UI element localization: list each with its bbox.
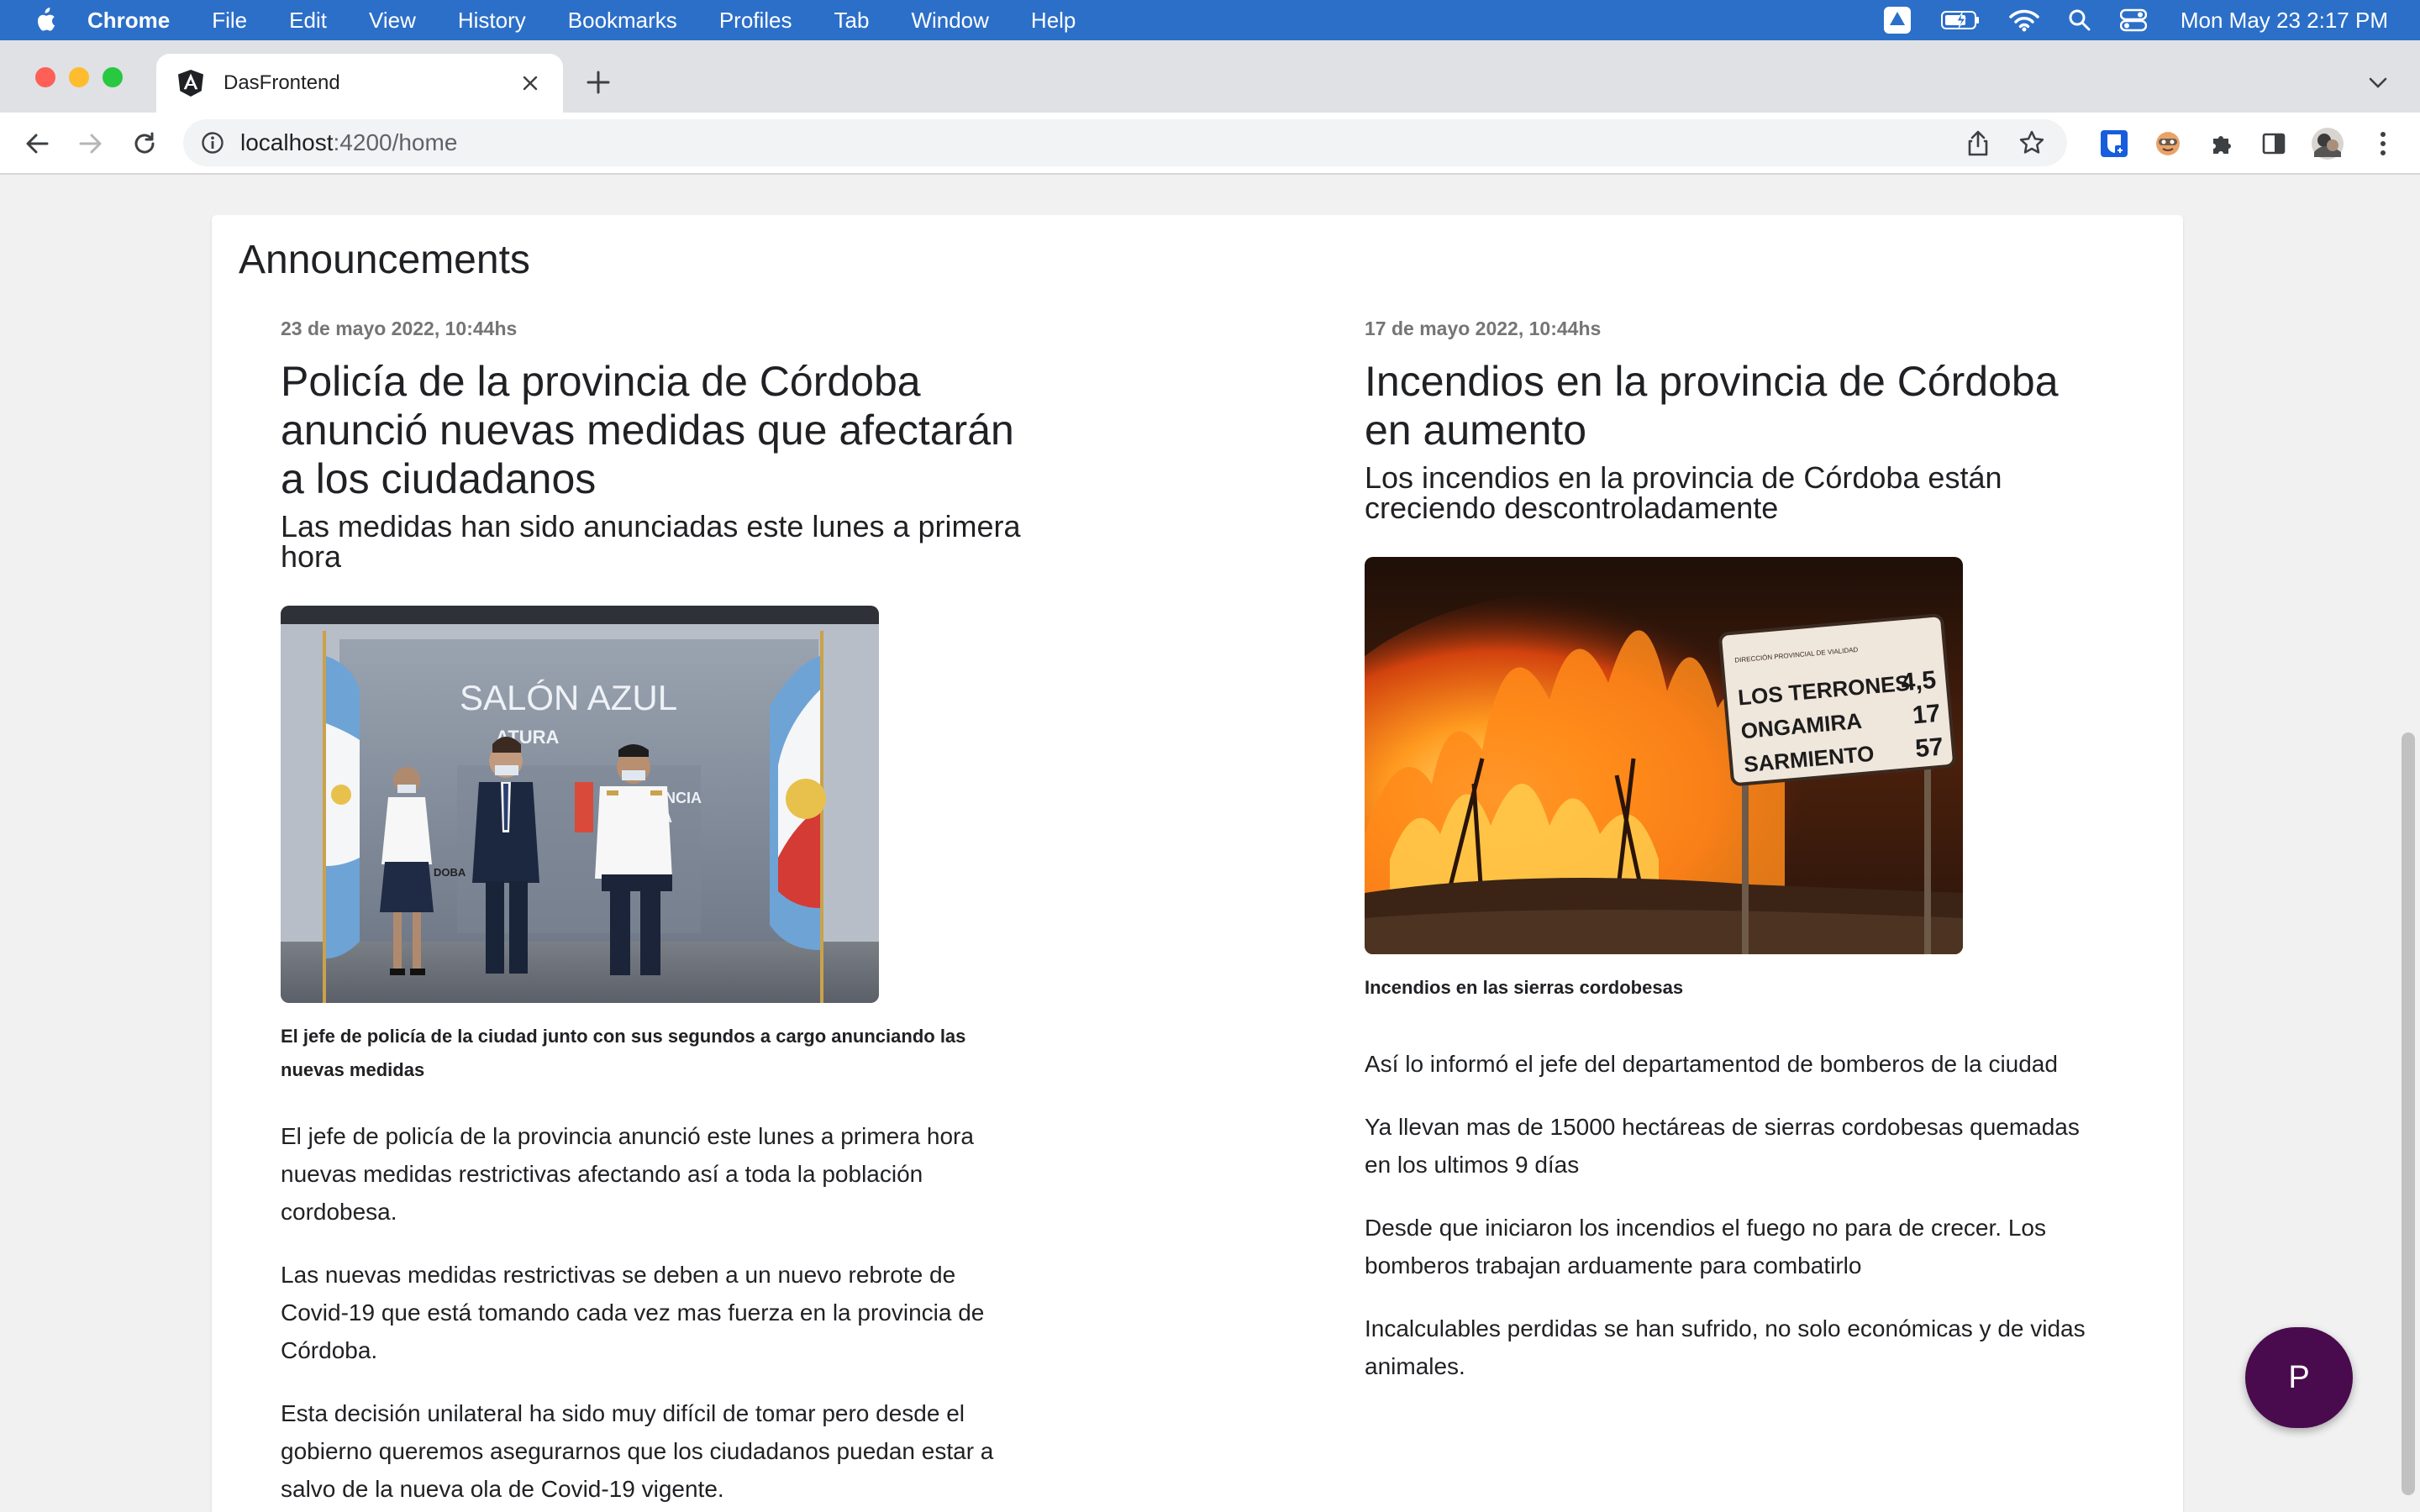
url-host: localhost: [240, 129, 334, 155]
menu-file[interactable]: File: [212, 8, 247, 34]
window-minimize-button[interactable]: [69, 67, 89, 87]
menu-profiles[interactable]: Profiles: [719, 8, 792, 34]
window-zoom-button[interactable]: [103, 67, 123, 87]
article-subtitle: Los incendios en la provincia de Córdoba…: [1365, 460, 2002, 525]
menu-history[interactable]: History: [458, 8, 526, 34]
share-icon[interactable]: [1961, 126, 1995, 160]
photo-sign-text: SALÓN AZUL: [460, 678, 677, 717]
tab-close-icon[interactable]: [516, 69, 544, 97]
wifi-icon[interactable]: [2009, 8, 2039, 32]
announcements-heading: Announcements: [239, 238, 530, 282]
reload-icon[interactable]: [128, 127, 161, 160]
tab-search-chevron-icon[interactable]: [2365, 69, 2391, 96]
article-photo-fire: DIRECCIÓN PROVINCIAL DE VIALIDAD LOS TER…: [1365, 557, 1963, 954]
extensions-puzzle-icon[interactable]: [2205, 127, 2238, 160]
chrome-menu-kebab-icon[interactable]: [2366, 127, 2400, 160]
menubar-clock[interactable]: Mon May 23 2:17 PM: [2181, 8, 2388, 34]
browser-toolbar: localhost:4200/home: [0, 113, 2420, 175]
control-center-icon[interactable]: [2119, 8, 2147, 32]
menu-app-name[interactable]: Chrome: [87, 8, 170, 34]
forward-arrow-icon[interactable]: [74, 127, 108, 160]
article-subtitle: Las medidas han sido anunciadas este lun…: [281, 509, 1021, 574]
menu-edit[interactable]: Edit: [289, 8, 327, 34]
back-arrow-icon[interactable]: [20, 127, 54, 160]
article-body: El jefe de policía de la provincia anunc…: [281, 1117, 1027, 1508]
extension-mask-icon[interactable]: [2151, 127, 2185, 160]
browser-tab-strip: DasFrontend: [0, 40, 2420, 113]
spotlight-search-icon[interactable]: [2068, 8, 2091, 32]
article-title: Incendios en la provincia de Córdoba en …: [1365, 358, 2059, 454]
new-tab-plus-icon[interactable]: [581, 66, 615, 99]
page-scrollbar-thumb[interactable]: [2402, 732, 2415, 1495]
svg-text:DOBA: DOBA: [434, 866, 466, 879]
page-scrollbar-track[interactable]: [2396, 175, 2420, 1512]
macos-menu-bar: Chrome File Edit View History Bookmarks …: [0, 0, 2420, 40]
article-body: Así lo informó el jefe del departamentod…: [1365, 1045, 2111, 1385]
menu-bookmarks[interactable]: Bookmarks: [568, 8, 677, 34]
article-paragraph: Esta decisión unilateral ha sido muy dif…: [281, 1400, 994, 1502]
menu-tab[interactable]: Tab: [834, 8, 870, 34]
announcement-article: 23 de mayo 2022, 10:44hs Policía de la p…: [281, 318, 1027, 1512]
address-bar[interactable]: localhost:4200/home: [183, 119, 2067, 166]
article-paragraph: Las nuevas medidas restrictivas se deben…: [281, 1262, 985, 1363]
article-paragraph: Incalculables perdidas se han sufrido, n…: [1365, 1315, 2086, 1379]
menu-window[interactable]: Window: [911, 8, 988, 34]
article-title: Policía de la provincia de Córdoba anunc…: [281, 358, 1014, 502]
site-info-icon[interactable]: [198, 129, 227, 157]
article-paragraph: Ya llevan mas de 15000 hectáreas de sier…: [1365, 1114, 2080, 1178]
article-caption: Incendios en las sierras cordobesas: [1365, 977, 1684, 998]
sign-km-1: 4,5: [1900, 666, 1937, 697]
browser-tab-active[interactable]: DasFrontend: [156, 54, 563, 113]
profile-avatar[interactable]: [2311, 127, 2344, 160]
announcements-card: Announcements 23 de mayo 2022, 10:44hs P…: [212, 215, 2183, 1512]
tab-title: DasFrontend: [224, 71, 340, 94]
announcement-article: 17 de mayo 2022, 10:44hs Incendios en la…: [1365, 318, 2111, 1410]
url-path: :4200/home: [333, 129, 458, 155]
menu-view[interactable]: View: [369, 8, 416, 34]
bookmark-star-icon[interactable]: [2015, 126, 2049, 160]
window-close-button[interactable]: [35, 67, 55, 87]
sign-km-2: 17: [1912, 700, 1942, 730]
article-caption: El jefe de policía de la ciudad junto co…: [281, 1026, 966, 1080]
drive-icon[interactable]: [1883, 6, 1912, 34]
article-paragraph: Así lo informó el jefe del departamentod…: [1365, 1051, 2058, 1077]
article-paragraph: Desde que iniciaron los incendios el fue…: [1365, 1215, 2046, 1278]
side-panel-icon[interactable]: [2257, 127, 2291, 160]
menubar-status-area: Mon May 23 2:17 PM: [1854, 0, 2388, 40]
article-date: 23 de mayo 2022, 10:44hs: [281, 318, 518, 339]
article-photo-police: SALÓN AZUL ATURA VINCIA BA DOBA: [281, 606, 879, 1003]
article-date: 17 de mayo 2022, 10:44hs: [1365, 318, 1602, 339]
battery-icon[interactable]: [1940, 9, 1981, 31]
sign-km-3: 57: [1914, 732, 1944, 763]
profile-fab-button[interactable]: P: [2245, 1327, 2353, 1428]
bitwarden-extension-icon[interactable]: [2097, 127, 2131, 160]
angular-favicon-icon: [176, 69, 205, 97]
page-viewport: Announcements 23 de mayo 2022, 10:44hs P…: [0, 175, 2420, 1512]
menu-help[interactable]: Help: [1031, 8, 1076, 34]
apple-menu-icon[interactable]: [32, 6, 57, 34]
address-url[interactable]: localhost:4200/home: [240, 129, 1961, 156]
article-paragraph: El jefe de policía de la provincia anunc…: [281, 1123, 974, 1225]
